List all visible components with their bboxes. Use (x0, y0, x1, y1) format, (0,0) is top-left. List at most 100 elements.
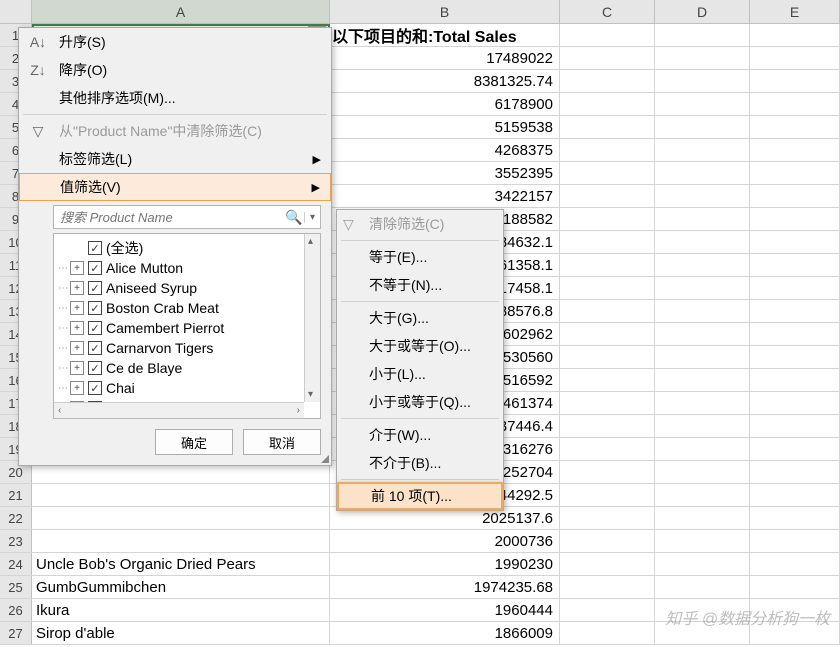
cell-B27[interactable]: 1866009 (330, 622, 560, 644)
tree-item-label: Ce de Blaye (106, 360, 182, 376)
checkbox[interactable]: ✓ (88, 261, 102, 275)
tree-item[interactable]: ⋯+ ✓ Aniseed Syrup (58, 278, 316, 298)
sub-clear-filter: ▽ 清除筛选(C) (337, 210, 503, 238)
sort-more-item[interactable]: 其他排序选项(M)... (19, 84, 331, 112)
tree-item[interactable]: ⋯+✓Boston Crab Meat (58, 298, 316, 318)
cell-B23[interactable]: 2000736 (330, 530, 560, 552)
sub-top10[interactable]: 前 10 项(T)... (337, 482, 503, 510)
search-dropdown-icon[interactable]: ▾ (304, 212, 320, 223)
checkbox[interactable]: ✓ (88, 361, 102, 375)
checkbox[interactable]: ✓ (88, 241, 102, 255)
cell-B7[interactable]: 3552395 (330, 162, 560, 184)
funnel-clear-icon: ▽ (343, 216, 361, 233)
tree-item-label: Boston Crab Meat (106, 300, 219, 316)
cell-B4[interactable]: 6178900 (330, 93, 560, 115)
cell-A26[interactable]: Ikura (32, 599, 330, 621)
filter-tree: +✓(全选)⋯+✓Alice Mutton⋯+✓Aniseed Syrup⋯+✓… (53, 233, 321, 419)
sort-asc-item[interactable]: A↓ 升序(S) (19, 28, 331, 56)
tree-item[interactable]: +✓(全选) (58, 238, 316, 258)
cell-A21[interactable] (32, 484, 330, 506)
expand-icon[interactable]: + (70, 321, 84, 335)
row-header-22[interactable]: 22 (0, 507, 32, 529)
col-header-E[interactable]: E (750, 0, 840, 23)
expand-icon[interactable]: + (70, 301, 84, 315)
checkbox[interactable]: ✓ (88, 281, 102, 295)
value-filter-submenu: ▽ 清除筛选(C) 等于(E)... 不等于(N)... 大于(G)... 大于… (336, 209, 504, 511)
row-header-23[interactable]: 23 (0, 530, 32, 552)
cell-A23[interactable] (32, 530, 330, 552)
expand-icon[interactable]: + (70, 281, 84, 295)
sub-not-equals[interactable]: 不等于(N)... (337, 271, 503, 299)
sub-less-eq[interactable]: 小于或等于(Q)... (337, 388, 503, 416)
separator (341, 418, 499, 419)
ok-button[interactable]: 确定 (155, 429, 233, 455)
submenu-arrow-icon: ▶ (312, 181, 320, 194)
col-header-C[interactable]: C (560, 0, 655, 23)
resize-grip-icon[interactable] (319, 453, 329, 463)
scrollbar-horizontal[interactable] (54, 402, 304, 418)
submenu-arrow-icon: ▶ (313, 153, 321, 166)
row-header-27[interactable]: 27 (0, 622, 32, 644)
funnel-clear-icon: ▽ (29, 122, 47, 140)
cell-B3[interactable]: 8381325.74 (330, 70, 560, 92)
cell-A25[interactable]: GumbGummibchen (32, 576, 330, 598)
sub-equals[interactable]: 等于(E)... (337, 243, 503, 271)
col-header-A[interactable]: A (32, 0, 330, 23)
sort-desc-item[interactable]: Z↓ 降序(O) (19, 56, 331, 84)
cell-A27[interactable]: Sirop d'able (32, 622, 330, 644)
label-filter-item[interactable]: 标签筛选(L) ▶ (19, 145, 331, 173)
sub-greater-eq[interactable]: 大于或等于(O)... (337, 332, 503, 360)
separator (23, 114, 327, 115)
tree-item[interactable]: ⋯+✓Camembert Pierrot (58, 318, 316, 338)
tree-item-label: Aniseed Syrup (106, 280, 197, 296)
cell-B6[interactable]: 4268375 (330, 139, 560, 161)
expand-icon[interactable]: + (70, 261, 84, 275)
col-header-B[interactable]: B (330, 0, 560, 23)
row-header-25[interactable]: 25 (0, 576, 32, 598)
col-header-D[interactable]: D (655, 0, 750, 23)
cell-B2[interactable]: 17489022 (330, 47, 560, 69)
separator (341, 301, 499, 302)
cancel-button[interactable]: 取消 (243, 429, 321, 455)
search-icon[interactable]: 🔍 (284, 209, 304, 226)
sub-less[interactable]: 小于(L)... (337, 360, 503, 388)
tree-item-label: Camembert Pierrot (106, 320, 224, 336)
checkbox[interactable]: ✓ (88, 341, 102, 355)
sort-asc-label: 升序(S) (59, 32, 106, 52)
checkbox[interactable]: ✓ (88, 301, 102, 315)
expand-icon[interactable]: + (70, 381, 84, 395)
scrollbar-vertical[interactable] (304, 234, 320, 402)
cell-B24[interactable]: 1990230 (330, 553, 560, 575)
tree-item-label: (全选) (106, 238, 143, 258)
tree-branch-icon: ⋯ (58, 263, 70, 274)
tree-branch-icon: ⋯ (58, 283, 70, 294)
cell-B5[interactable]: 5159538 (330, 116, 560, 138)
search-input[interactable] (54, 210, 284, 225)
value-filter-label: 值筛选(V) (60, 177, 121, 197)
cell-B25[interactable]: 1974235.68 (330, 576, 560, 598)
sub-greater[interactable]: 大于(G)... (337, 304, 503, 332)
row-header-26[interactable]: 26 (0, 599, 32, 621)
tree-item[interactable]: ⋯+ ✓ Alice Mutton (58, 258, 316, 278)
tree-item-label: Alice Mutton (106, 260, 183, 276)
column-headers: A B C D E (0, 0, 840, 24)
sub-between[interactable]: 介于(W)... (337, 421, 503, 449)
row-header-24[interactable]: 24 (0, 553, 32, 575)
value-filter-item[interactable]: 值筛选(V) ▶ (19, 173, 331, 201)
cell-B26[interactable]: 1960444 (330, 599, 560, 621)
expand-icon[interactable]: + (70, 341, 84, 355)
checkbox[interactable]: ✓ (88, 381, 102, 395)
select-all-corner[interactable] (0, 0, 32, 23)
tree-item[interactable]: ⋯+✓Ce de Blaye (58, 358, 316, 378)
cell-A24[interactable]: Uncle Bob's Organic Dried Pears (32, 553, 330, 575)
checkbox[interactable]: ✓ (88, 321, 102, 335)
label-filter-label: 标签筛选(L) (59, 149, 132, 169)
tree-item[interactable]: ⋯+✓Chai (58, 378, 316, 398)
cell-A22[interactable] (32, 507, 330, 529)
sub-not-between[interactable]: 不介于(B)... (337, 449, 503, 477)
expand-icon[interactable]: + (70, 361, 84, 375)
tree-item[interactable]: ⋯+✓Carnarvon Tigers (58, 338, 316, 358)
cell-B1[interactable]: 以下项目的和:Total Sales (330, 24, 560, 46)
row-header-21[interactable]: 21 (0, 484, 32, 506)
cell-B8[interactable]: 3422157 (330, 185, 560, 207)
